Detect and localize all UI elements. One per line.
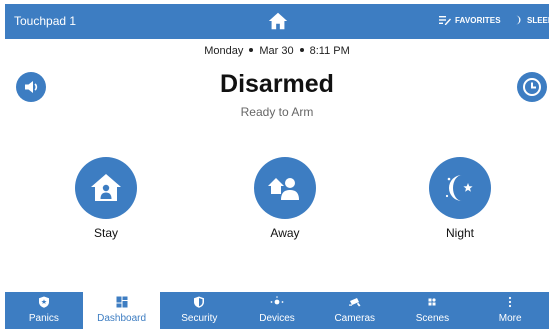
- bottom-nav: Panics Dashboard Security Devices Camera…: [5, 292, 549, 329]
- nav-security[interactable]: Security: [160, 292, 238, 329]
- away-label: Away: [270, 226, 300, 240]
- camera-icon: [348, 298, 361, 307]
- night-button[interactable]: Night: [405, 157, 515, 240]
- night-label: Night: [445, 226, 474, 240]
- separator-dot: [299, 48, 304, 53]
- away-circle[interactable]: [254, 157, 316, 219]
- nav-panics[interactable]: Panics: [5, 292, 83, 329]
- nav-more-label: More: [498, 313, 522, 324]
- stay-icon: [91, 174, 121, 201]
- stay-button[interactable]: Stay: [51, 157, 161, 240]
- stay-label: Stay: [93, 226, 118, 240]
- away-button[interactable]: Away: [230, 157, 340, 240]
- favorites-button[interactable]: FAVORITES: [439, 15, 501, 25]
- nav-panics-label: Panics: [28, 313, 59, 324]
- nav-cameras[interactable]: Cameras: [316, 292, 394, 329]
- night-circle[interactable]: [429, 157, 491, 219]
- arm-state-title: Disarmed: [220, 70, 334, 98]
- device-name: Touchpad 1: [14, 14, 77, 28]
- nav-scenes[interactable]: Scenes: [394, 292, 472, 329]
- nav-cameras-label: Cameras: [334, 313, 376, 324]
- arm-state-subtitle: Ready to Arm: [240, 105, 314, 119]
- home-icon[interactable]: [267, 10, 289, 32]
- security-icon: [194, 296, 205, 308]
- nav-devices-label: Devices: [259, 313, 295, 324]
- nav-more[interactable]: More: [471, 292, 549, 329]
- night-icon: [445, 175, 473, 201]
- nav-dashboard[interactable]: Dashboard: [82, 292, 161, 329]
- day-text: Monday: [204, 45, 244, 57]
- more-icon: [509, 296, 512, 308]
- favorites-label: FAVORITES: [455, 15, 501, 25]
- touchpad-screen: Touchpad 1 FAVORITES SLEEP Monday Mar 30 8…: [5, 4, 551, 329]
- sleep-button[interactable]: SLEEP: [513, 15, 551, 25]
- nav-scenes-label: Scenes: [415, 313, 450, 324]
- nav-security-label: Security: [181, 313, 218, 324]
- devices-icon: [270, 296, 284, 305]
- top-bar: Touchpad 1 FAVORITES SLEEP: [5, 4, 551, 39]
- dashboard-icon: [116, 296, 128, 308]
- nav-dashboard-label: Dashboard: [97, 313, 147, 324]
- time-text: 8:11 PM: [309, 45, 350, 57]
- stay-circle[interactable]: [75, 157, 137, 219]
- favorites-icon: [439, 16, 451, 25]
- date-text: Mar 30: [259, 45, 294, 57]
- sleep-label: SLEEP: [527, 15, 551, 25]
- shield-star-icon: [38, 296, 49, 308]
- date-time: Monday Mar 30 8:11 PM: [5, 45, 549, 57]
- nav-devices[interactable]: Devices: [238, 292, 316, 329]
- away-icon: [268, 178, 299, 200]
- moon-icon: [516, 15, 521, 25]
- separator-dot: [249, 48, 254, 53]
- scenes-icon: [428, 298, 437, 306]
